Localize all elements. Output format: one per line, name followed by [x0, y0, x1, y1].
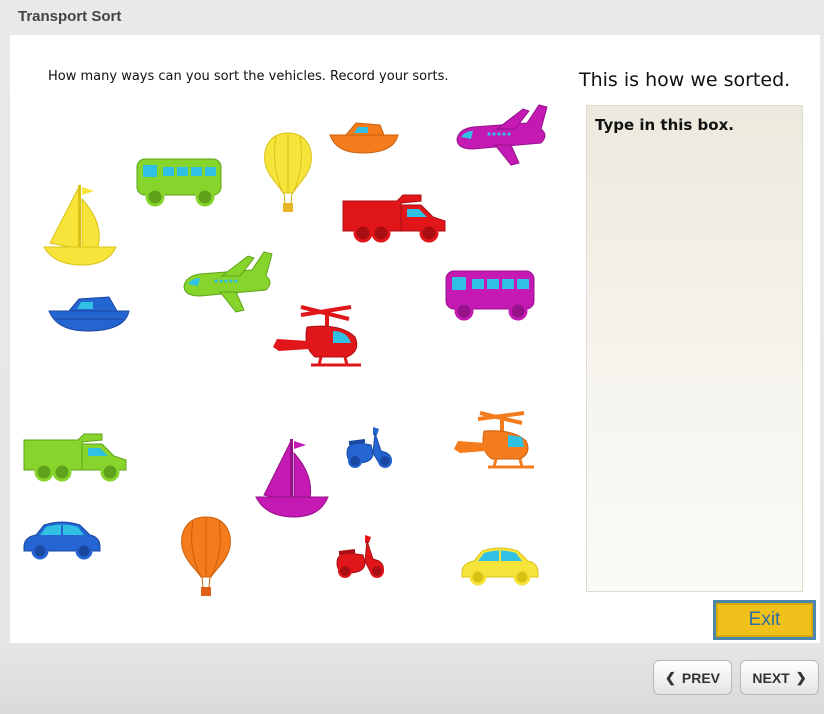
next-label: NEXT	[752, 669, 790, 686]
magenta-sailboat-icon[interactable]	[254, 439, 330, 519]
slide-canvas: How many ways can you sort the vehicles.…	[10, 35, 820, 643]
magenta-bus-icon[interactable]	[442, 267, 538, 323]
instructions-text: How many ways can you sort the vehicles.…	[48, 69, 449, 84]
yellow-hot-air-balloon-icon[interactable]	[261, 131, 315, 217]
orange-speedboat-icon[interactable]	[328, 119, 400, 157]
magenta-airplane-icon[interactable]	[453, 103, 551, 169]
green-bus-icon[interactable]	[133, 155, 225, 209]
blue-speedboat-icon[interactable]	[47, 293, 131, 335]
prev-button[interactable]: ❮ PREV	[653, 660, 732, 695]
chevron-right-icon: ❯	[795, 669, 807, 685]
green-truck-icon[interactable]	[22, 430, 128, 482]
red-truck-icon[interactable]	[341, 191, 447, 243]
yellow-car-icon[interactable]	[460, 543, 540, 587]
red-helicopter-icon[interactable]	[271, 303, 365, 375]
orange-hot-air-balloon-icon[interactable]	[178, 515, 234, 599]
orange-helicopter-icon[interactable]	[450, 411, 536, 473]
next-button[interactable]: NEXT ❯	[740, 660, 819, 695]
window-title: Transport Sort	[18, 8, 122, 25]
red-scooter-icon[interactable]	[333, 531, 391, 579]
exit-button[interactable]: Exit	[713, 600, 816, 640]
blue-car-icon[interactable]	[22, 517, 102, 561]
sorted-heading: This is how we sorted.	[579, 69, 791, 91]
notes-text-box[interactable]: Type in this box.	[586, 105, 803, 592]
prev-label: PREV	[681, 669, 721, 686]
green-airplane-icon[interactable]	[180, 248, 276, 314]
blue-scooter-icon[interactable]	[343, 423, 397, 469]
chevron-left-icon: ❮	[664, 669, 676, 685]
yellow-sailboat-icon[interactable]	[42, 185, 118, 267]
